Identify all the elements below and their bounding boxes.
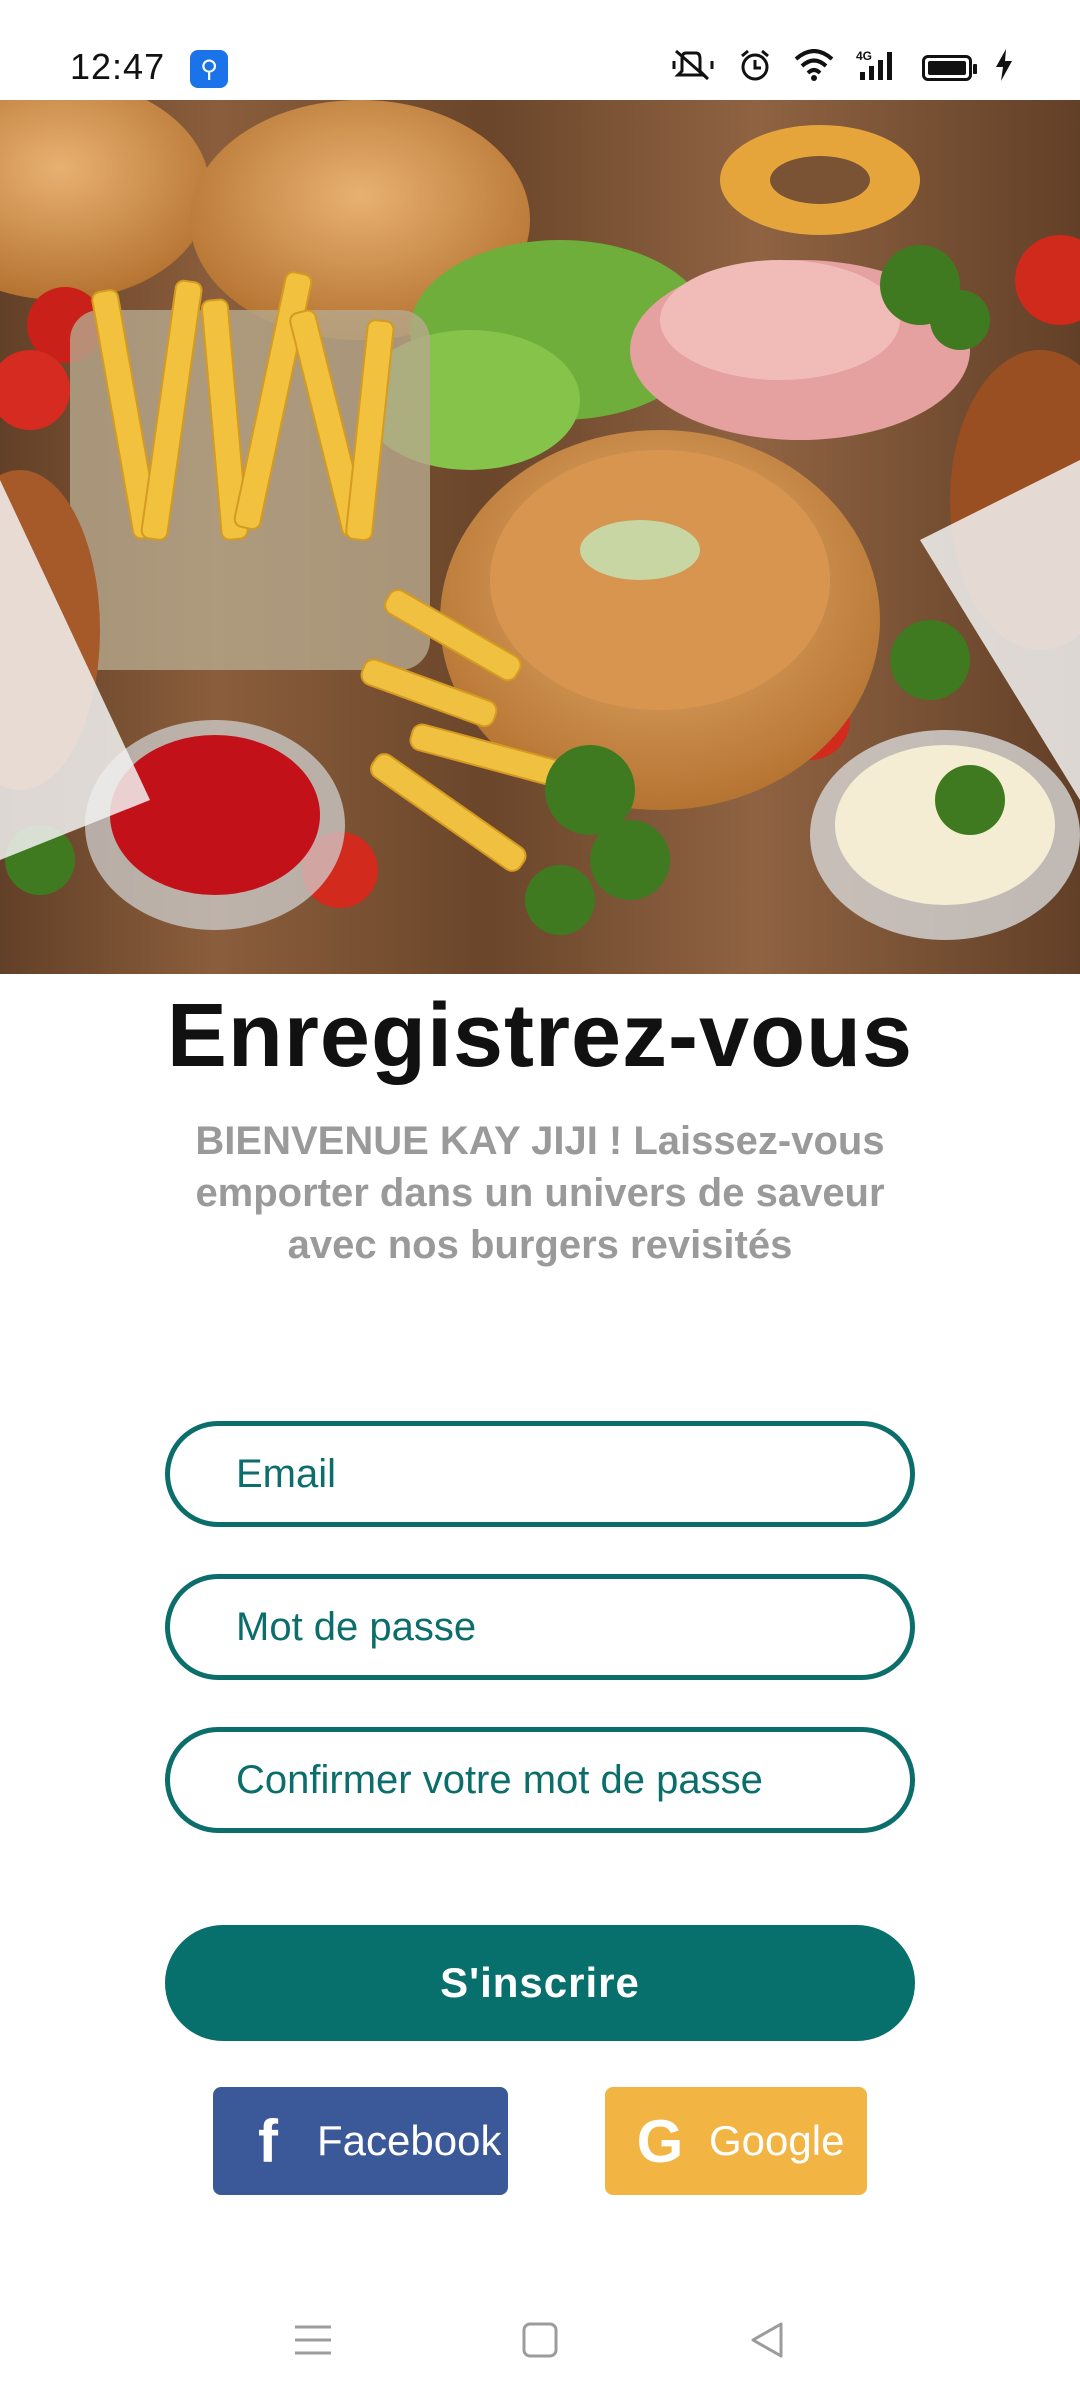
status-bar: 12:47 ⚲ 4G [0, 0, 1080, 100]
password-field[interactable] [165, 1574, 915, 1680]
signal-4g-icon: 4G [856, 48, 900, 88]
page-title: Enregistrez-vous [166, 986, 914, 1086]
password-input[interactable] [234, 1603, 910, 1651]
home-icon[interactable] [510, 2310, 570, 2370]
email-input[interactable] [234, 1450, 910, 1498]
hero-food-image [0, 100, 1080, 974]
confirm-password-field[interactable] [165, 1727, 915, 1833]
battery-icon [922, 55, 977, 81]
navigation-bar [0, 2280, 1080, 2400]
back-icon[interactable] [737, 2310, 797, 2370]
facebook-icon: f [258, 2107, 278, 2175]
usb-icon: ⚲ [190, 50, 228, 88]
facebook-button[interactable]: f Facebook [213, 2087, 508, 2195]
google-icon: G [636, 2107, 684, 2175]
mute-vibrate-icon [672, 49, 716, 87]
google-label: Google [709, 2117, 845, 2164]
status-icons: 4G [672, 48, 1014, 88]
signup-button[interactable]: S'inscrire [165, 1925, 915, 2041]
confirm-password-input[interactable] [234, 1756, 910, 1804]
status-time: 12:47 [70, 46, 166, 87]
google-button[interactable]: G Google [605, 2087, 867, 2195]
menu-icon[interactable] [283, 2310, 343, 2370]
alarm-icon [738, 48, 772, 88]
charging-icon [994, 49, 1014, 87]
signup-button-label: S'inscrire [440, 1959, 640, 2006]
wifi-icon [794, 49, 834, 87]
facebook-label: Facebook [317, 2117, 502, 2164]
svg-text:4G: 4G [856, 49, 872, 63]
email-field[interactable] [165, 1421, 915, 1527]
page-subtitle: BIENVENUE KAY JIJI ! Laissez-vous emport… [195, 1119, 885, 1267]
